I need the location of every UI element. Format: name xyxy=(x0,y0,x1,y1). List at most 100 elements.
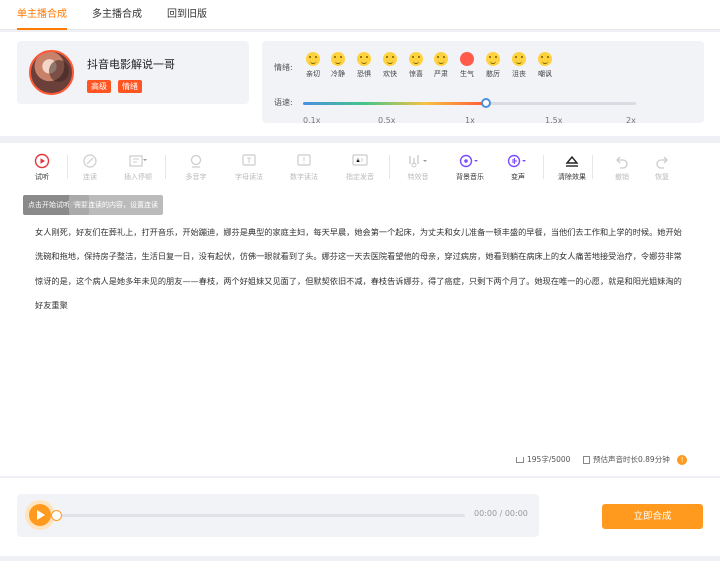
script-editor: 试听 连读 插入停顿 多音字 字母读法 数字读法 指定发音 特效音 背景音乐 变声 清除效果 撤销 恢复… xyxy=(0,143,720,476)
emotion-option[interactable]: 亲切 xyxy=(300,52,326,79)
emotion-option[interactable]: 沮丧 xyxy=(506,52,532,79)
speed-tick: 0.1x xyxy=(303,116,321,125)
speed-slider-handle[interactable] xyxy=(481,98,492,108)
toolbar-divider xyxy=(165,155,166,179)
eraser-icon xyxy=(551,152,593,170)
anchor-card[interactable]: 抖音电影解说一哥 高级 情绪 xyxy=(17,41,249,104)
emotion-option-label: 沮丧 xyxy=(512,70,526,78)
tab-multi-anchor[interactable]: 多主播合成 xyxy=(92,0,142,30)
stern-face-icon xyxy=(486,52,500,66)
toolbar-button-label: 恢复 xyxy=(655,173,669,181)
smile-face-icon xyxy=(306,52,320,66)
toolbar-button[interactable]: 撤销 xyxy=(601,152,643,182)
angry-face-icon xyxy=(460,52,474,66)
progress-handle[interactable] xyxy=(51,510,62,521)
serious-face-icon xyxy=(434,52,448,66)
toolbar-button-label: 背景音乐 xyxy=(456,173,484,181)
toolbar-button[interactable]: 清除效果 xyxy=(551,152,593,182)
speed-tick: 0.5x xyxy=(378,116,396,125)
toolbar-button-label: 插入停顿 xyxy=(124,173,152,181)
toolbar-button[interactable]: 变声 xyxy=(497,152,539,182)
undo-icon xyxy=(601,152,643,170)
emotion-option-label: 惊喜 xyxy=(409,70,423,78)
mock-face-icon xyxy=(538,52,552,66)
emotion-option[interactable]: 欢快 xyxy=(377,52,403,79)
laugh-face-icon xyxy=(383,52,397,66)
toolbar-button[interactable]: 多音字 xyxy=(175,152,217,182)
speed-tick: 2x xyxy=(626,116,636,125)
info-icon[interactable]: ! xyxy=(677,455,688,465)
toolbar-button[interactable]: 数字读法 xyxy=(283,152,325,182)
emotion-option[interactable]: 恐惧 xyxy=(351,52,377,79)
emotion-option-label: 欢快 xyxy=(383,70,397,78)
toolbar-button[interactable]: 连读 xyxy=(69,152,111,182)
mode-tabs: 单主播合成 多主播合成 回到旧版 xyxy=(0,0,720,30)
anchor-tag-emotion: 情绪 xyxy=(118,80,142,93)
toolbar-button-label: 特效音 xyxy=(407,173,429,181)
play-circle-icon xyxy=(21,152,63,170)
voice-change-icon xyxy=(497,152,539,170)
emotion-option-label: 恐惧 xyxy=(357,70,371,78)
playback-time: 00:00 / 00:00 xyxy=(474,509,528,518)
emotion-option-label: 亲切 xyxy=(306,70,320,78)
tab-back-to-old[interactable]: 回到旧版 xyxy=(167,0,207,30)
toolbar-button-label: 数字读法 xyxy=(290,173,318,181)
emotion-option[interactable]: 惊喜 xyxy=(403,52,429,79)
search-char-icon xyxy=(175,152,217,170)
script-text-area[interactable]: 女人刚死，好友们在葬礼上，打开音乐，开始蹦迪，娜芬是典型的家庭主妇，每天早晨，她… xyxy=(35,220,687,317)
pronounce-icon xyxy=(339,152,381,170)
char-count-icon xyxy=(516,457,524,463)
emotion-option-label: 嘲讽 xyxy=(538,70,552,78)
toolbar-button[interactable]: 字母读法 xyxy=(228,152,270,182)
toolbar-button-label: 指定发音 xyxy=(346,173,374,181)
toolbar-button-label: 清除效果 xyxy=(558,173,586,181)
duration-text: 预估声音时长0.89分钟 xyxy=(593,455,670,464)
music-icon xyxy=(449,152,491,170)
toolbar-button[interactable]: 试听 xyxy=(21,152,63,182)
letter-icon xyxy=(228,152,270,170)
synthesize-button[interactable]: 立即合成 xyxy=(602,504,703,529)
toolbar-button-label: 字母读法 xyxy=(235,173,263,181)
audio-player-panel: 00:00 / 00:00 立即合成 xyxy=(0,478,720,556)
toolbar-button-label: 撤销 xyxy=(615,173,629,181)
speed-slider[interactable] xyxy=(303,98,636,108)
liaison-tooltip: 需要连读的内容，设置连读 xyxy=(69,195,163,215)
surprise-face-icon xyxy=(409,52,423,66)
toolbar-divider xyxy=(592,155,593,179)
emotion-option[interactable]: 生气 xyxy=(454,52,480,79)
playback-progress[interactable] xyxy=(51,510,465,521)
redo-icon xyxy=(641,152,683,170)
sad-face-icon xyxy=(512,52,526,66)
voice-settings-panel: 抖音电影解说一哥 高级 情绪 情绪: 亲切 冷静 恐惧 欢快 惊喜 严肃 生气 憨厉 沮丧 嘲讽 … xyxy=(0,32,720,136)
toolbar-button-label: 试听 xyxy=(35,173,49,181)
speed-tick: 1.5x xyxy=(545,116,563,125)
toolbar-button[interactable]: 指定发音 xyxy=(339,152,381,182)
emotion-option[interactable]: 嘲讽 xyxy=(532,52,558,79)
emotion-option[interactable]: 冷静 xyxy=(325,52,351,79)
toolbar-button-label: 多音字 xyxy=(185,173,207,181)
emotion-option[interactable]: 严肃 xyxy=(428,52,454,79)
emotion-option-label: 生气 xyxy=(460,70,474,78)
fear-face-icon xyxy=(357,52,371,66)
toolbar-button[interactable]: 特效音 xyxy=(397,152,439,182)
play-button[interactable] xyxy=(29,504,51,526)
tab-single-anchor[interactable]: 单主播合成 xyxy=(17,0,67,30)
emotion-option[interactable]: 憨厉 xyxy=(480,52,506,79)
anchor-tag-premium: 高级 xyxy=(87,80,111,93)
toolbar-button-label: 连读 xyxy=(83,173,97,181)
calm-face-icon xyxy=(331,52,345,66)
pause-insert-icon xyxy=(117,152,159,170)
emotion-option-label: 冷静 xyxy=(331,70,345,78)
duration-estimate: 预估声音时长0.89分钟 ! xyxy=(583,454,688,465)
emotion-option-label: 憨厉 xyxy=(486,70,500,78)
toolbar-button[interactable]: 插入停顿 xyxy=(117,152,159,182)
audio-player: 00:00 / 00:00 xyxy=(17,494,539,537)
number-icon xyxy=(283,152,325,170)
emotion-label: 情绪: xyxy=(274,63,293,72)
speed-tick: 1x xyxy=(465,116,475,125)
toolbar-divider xyxy=(389,155,390,179)
toolbar-button[interactable]: 背景音乐 xyxy=(449,152,491,182)
anchor-name: 抖音电影解说一哥 xyxy=(87,58,175,71)
speed-label: 语速: xyxy=(274,98,293,107)
toolbar-button[interactable]: 恢复 xyxy=(641,152,683,182)
